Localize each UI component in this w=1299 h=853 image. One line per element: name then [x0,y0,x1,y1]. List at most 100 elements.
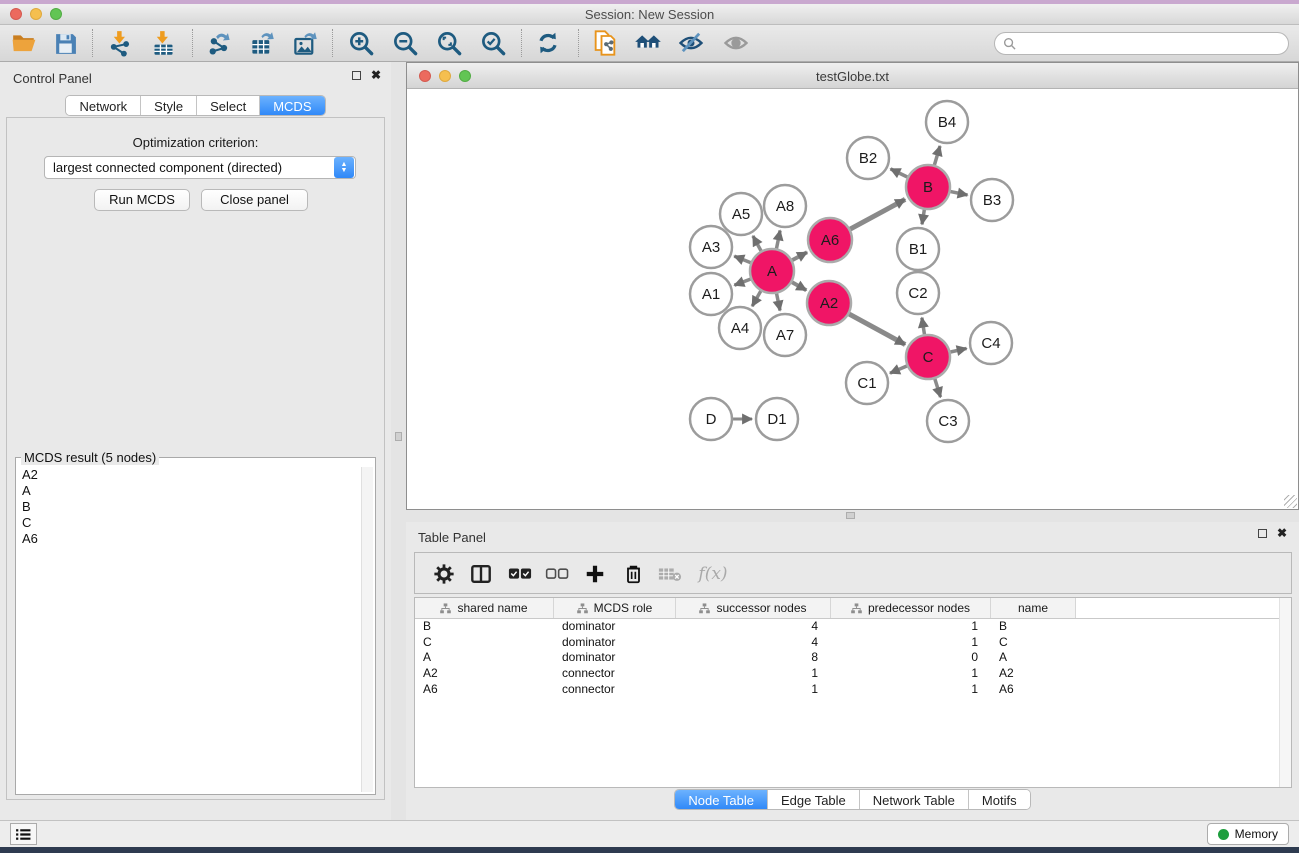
table-cell[interactable]: 0 [831,650,991,666]
graph-edge-C-C3[interactable] [935,379,941,397]
tab-node-table[interactable]: Node Table [675,790,768,809]
refresh-view-button[interactable] [532,28,564,58]
graph-edge-B-B1[interactable] [922,210,924,225]
tab-mcds[interactable]: MCDS [260,96,324,115]
table-cell[interactable]: dominator [554,635,676,651]
run-mcds-button[interactable]: Run MCDS [94,189,190,211]
table-cell[interactable]: 1 [831,635,991,651]
delete-table-button[interactable] [654,558,686,590]
table-cell[interactable]: dominator [554,650,676,666]
table-options-button[interactable] [428,558,460,590]
memory-button[interactable]: Memory [1207,823,1289,845]
table-cell[interactable]: 8 [676,650,831,666]
result-list-item[interactable]: A2 [18,467,361,483]
table-cell[interactable]: B [991,619,1076,635]
delete-column-button[interactable] [617,558,649,590]
export-image-button[interactable] [289,28,321,58]
node-table[interactable]: shared nameMCDS rolesuccessor nodesprede… [414,597,1292,788]
table-cell[interactable]: 4 [676,635,831,651]
result-list-scrollbar[interactable] [361,467,373,792]
optimization-criterion-dropdown[interactable]: largest connected component (directed) ▲… [44,156,356,179]
show-graphics-details-button[interactable] [720,28,752,58]
table-cell[interactable]: B [415,619,554,635]
tab-network[interactable]: Network [66,96,141,115]
graph-edge-A-A7[interactable] [777,294,780,311]
horizontal-splitter-handle[interactable] [846,512,855,519]
search-input[interactable] [1021,37,1288,51]
column-header-name[interactable]: name [991,598,1076,618]
graph-edge-A-A3[interactable] [734,256,750,262]
graph-edge-C-C4[interactable] [950,348,966,352]
table-row[interactable]: Adominator80A [415,650,1291,666]
table-cell[interactable]: connector [554,666,676,682]
close-panel-icon[interactable]: ✖ [371,70,381,80]
tab-select[interactable]: Select [197,96,260,115]
result-list-item[interactable]: B [18,499,361,515]
network-canvas[interactable]: B4B2BB3A8A5A6B1A3AC2A1A2A4A7C4CC1C3DD1 [407,89,1298,509]
select-all-rows-button[interactable] [504,558,536,590]
show-column-button[interactable] [465,558,497,590]
zoom-out-button[interactable] [389,28,421,58]
zoom-in-button[interactable] [345,28,377,58]
table-cell[interactable]: A [991,650,1076,666]
graph-edge-B-B4[interactable] [934,146,940,165]
table-row[interactable]: Cdominator41C [415,635,1291,651]
table-cell[interactable]: 1 [831,682,991,698]
hide-graphics-details-button[interactable] [675,28,707,58]
table-cell[interactable]: A2 [991,666,1076,682]
zoom-fit-button[interactable] [433,28,465,58]
export-table-button[interactable] [246,28,278,58]
deselect-all-rows-button[interactable] [541,558,573,590]
graph-edge-B-B3[interactable] [951,192,968,195]
table-cell[interactable]: A [415,650,554,666]
table-cell[interactable]: 1 [831,619,991,635]
graph-edge-C-C1[interactable] [890,366,907,373]
graph-edge-A6-B[interactable] [850,199,905,229]
tab-network-table[interactable]: Network Table [860,790,969,809]
graph-edge-A2-C[interactable] [849,314,905,345]
table-cell[interactable]: 4 [676,619,831,635]
export-network-button[interactable] [203,28,235,58]
table-cell[interactable]: connector [554,682,676,698]
table-row[interactable]: A6connector11A6 [415,682,1291,698]
graph-edge-A-A2[interactable] [792,282,806,290]
table-cell[interactable]: C [415,635,554,651]
save-session-button[interactable] [49,28,81,58]
create-column-button[interactable] [579,558,611,590]
graph-edge-A-A5[interactable] [753,236,761,251]
graph-edge-A-A1[interactable] [734,279,750,285]
network-graph[interactable]: B4B2BB3A8A5A6B1A3AC2A1A2A4A7C4CC1C3DD1 [407,89,1298,509]
open-session-button[interactable] [8,28,40,58]
graph-edge-B-B2[interactable] [891,169,908,177]
clone-network-button[interactable] [589,28,621,58]
graph-edge-A-A6[interactable] [792,252,807,260]
tab-edge-table[interactable]: Edge Table [768,790,860,809]
function-builder-button[interactable]: f(x) [692,558,734,590]
network-resize-grip[interactable] [1284,495,1297,508]
result-list-item[interactable]: A6 [18,531,361,547]
mcds-result-list[interactable]: A2ABCA6 [18,467,361,792]
graph-edge-A-A4[interactable] [752,291,761,306]
result-list-item[interactable]: A [18,483,361,499]
import-network-button[interactable] [104,28,136,58]
table-scrollbar[interactable] [1279,598,1291,787]
table-cell[interactable]: A6 [415,682,554,698]
tab-style[interactable]: Style [141,96,197,115]
main-titlebar[interactable]: Session: New Session [0,4,1299,25]
table-row[interactable]: Bdominator41B [415,619,1291,635]
close-table-panel-icon[interactable]: ✖ [1277,528,1287,538]
float-table-panel-icon[interactable] [1258,529,1267,538]
column-header-successor-nodes[interactable]: successor nodes [676,598,831,618]
float-panel-icon[interactable] [352,71,361,80]
table-cell[interactable]: 1 [676,666,831,682]
zoom-selected-button[interactable] [477,28,509,58]
first-neighbors-button[interactable] [632,28,664,58]
table-cell[interactable]: 1 [831,666,991,682]
tab-motifs[interactable]: Motifs [969,790,1030,809]
network-window-titlebar[interactable]: testGlobe.txt [407,63,1298,89]
table-cell[interactable]: dominator [554,619,676,635]
vertical-splitter-handle[interactable] [395,432,402,441]
result-list-item[interactable]: C [18,515,361,531]
vertical-splitter[interactable] [391,62,406,820]
column-header-MCDS-role[interactable]: MCDS role [554,598,676,618]
